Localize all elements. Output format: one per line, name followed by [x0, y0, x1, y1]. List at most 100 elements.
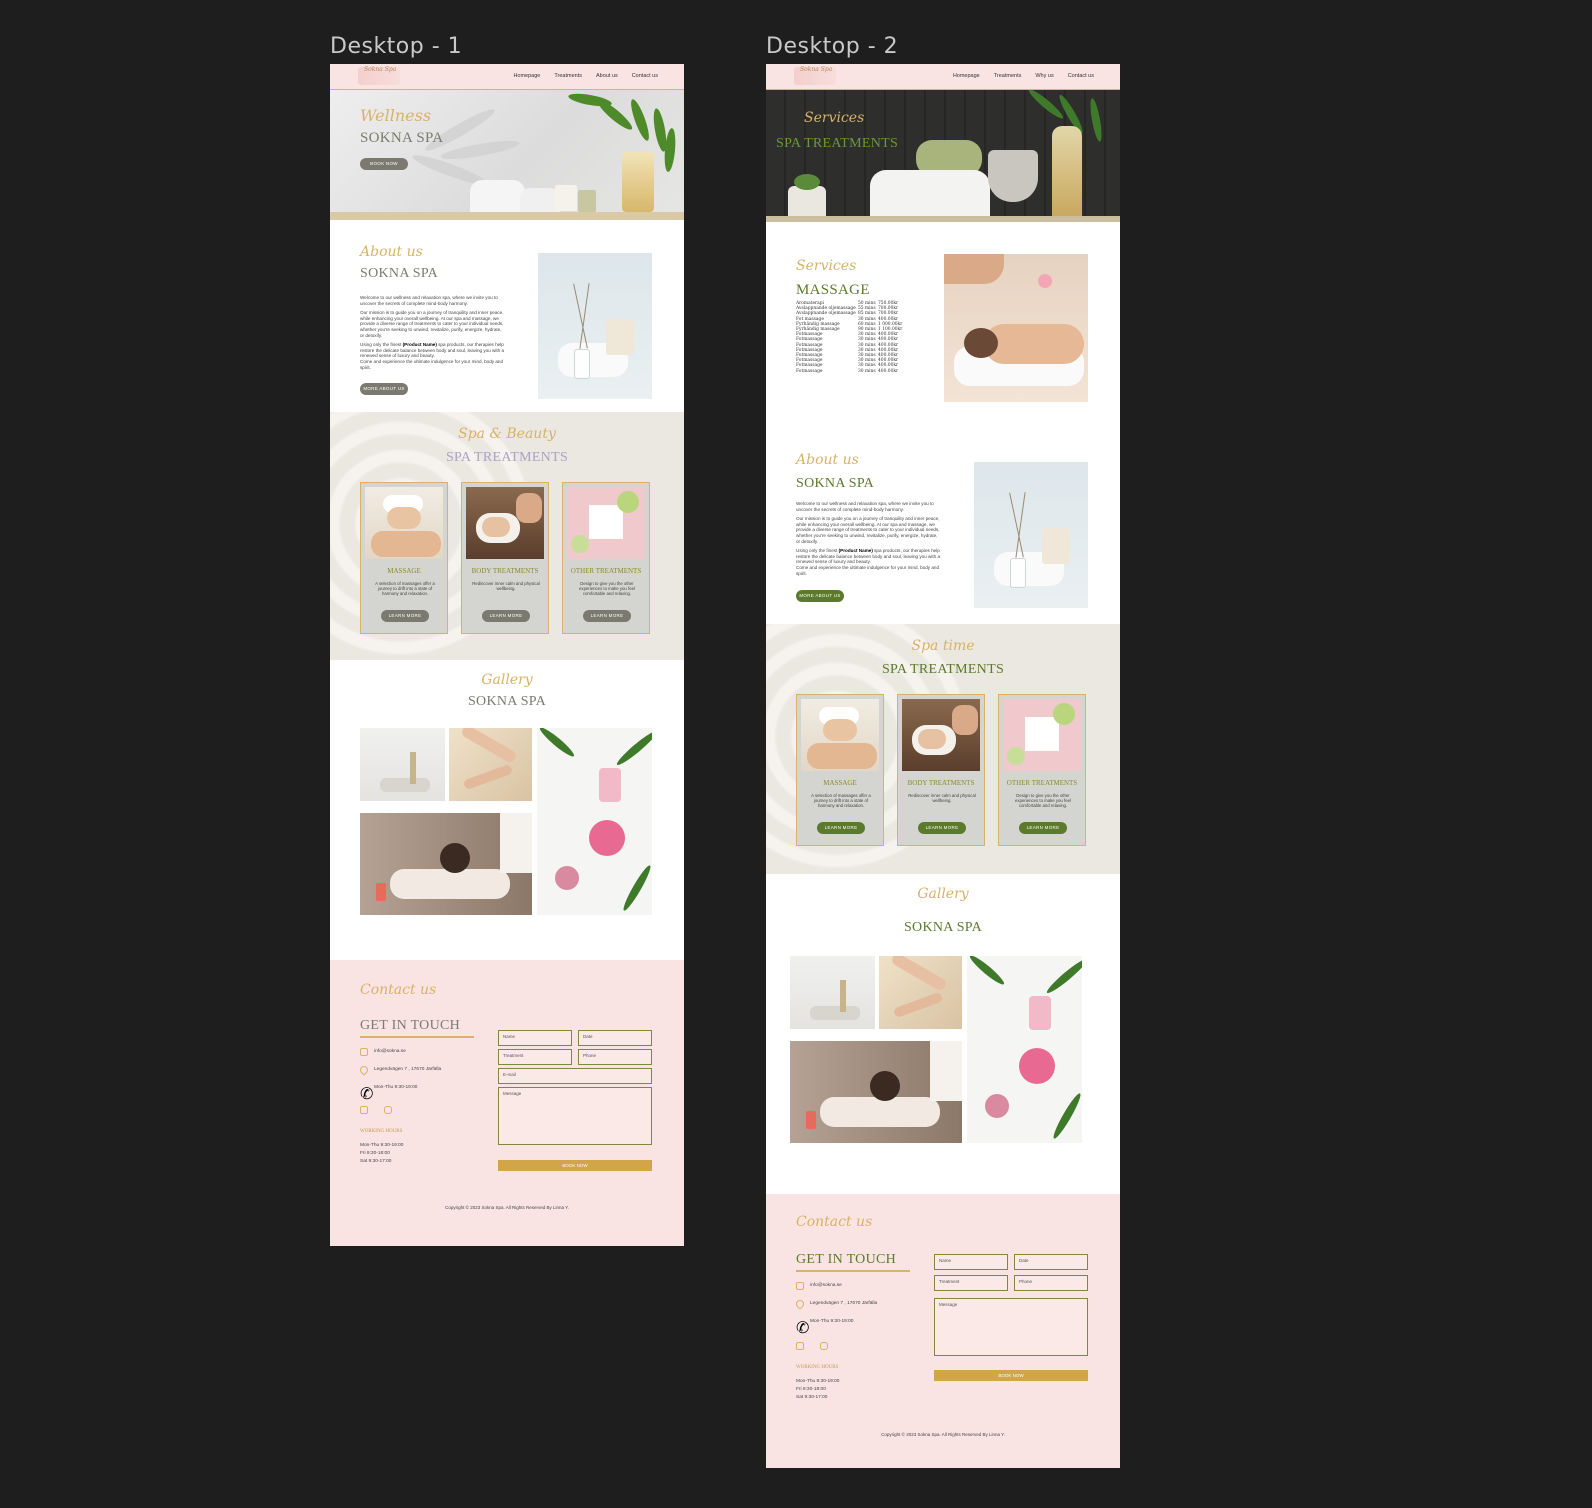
- instagram-icon-2[interactable]: [820, 1342, 828, 1350]
- gallery-photo-1[interactable]: [360, 728, 445, 801]
- gallery2-photo-1[interactable]: [790, 956, 875, 1029]
- contact-script: Contact us: [360, 982, 437, 998]
- hero-script-2: Services: [804, 110, 865, 126]
- hero-title: SOKNA SPA: [360, 130, 444, 146]
- about-title: SOKNA SPA: [360, 266, 439, 281]
- card-body-learn-more-button[interactable]: LEARN MORE: [482, 610, 530, 622]
- message-field[interactable]: Message: [498, 1087, 652, 1145]
- message-field-2[interactable]: Message: [934, 1298, 1088, 1356]
- location-pin-icon: [358, 1064, 370, 1076]
- nav-link-contact-2[interactable]: Contact us: [1068, 73, 1094, 79]
- gallery2-photo-4[interactable]: [790, 1041, 962, 1143]
- card-body-learn-more-button-2[interactable]: LEARN MORE: [918, 822, 966, 834]
- nav-link-homepage[interactable]: Homepage: [513, 73, 540, 79]
- card-massage-title-2: MASSAGE: [823, 779, 857, 787]
- facebook-icon[interactable]: [360, 1106, 368, 1114]
- date-field[interactable]: Date: [578, 1030, 652, 1046]
- about-script: About us: [360, 244, 423, 260]
- about-text-2: Welcome to our wellness and relaxation s…: [796, 501, 942, 576]
- hero-script: Wellness: [360, 106, 432, 125]
- gallery-photo-4[interactable]: [360, 813, 532, 915]
- about2-p3: Using only the finest (Product Name) spa…: [796, 548, 941, 565]
- card-other-title: OTHER TREATMENTS: [570, 567, 642, 575]
- footer-copyright-2: Copyright © 2023 Sokna Spa. All Rights R…: [881, 1432, 1005, 1437]
- gallery-photo-2[interactable]: [449, 728, 532, 801]
- contact-email[interactable]: info@sokna.se: [374, 1049, 406, 1054]
- services-section: Services MASSAGE Aromaterapi 50 mins 750.0…: [766, 222, 1120, 432]
- card-massage[interactable]: MASSAGE A selection of massages offer a …: [360, 482, 448, 634]
- frame-label-desktop-1[interactable]: Desktop - 1: [330, 34, 462, 59]
- working-hours-title-2: WORKING HOURS: [796, 1365, 839, 1370]
- contact-email-2[interactable]: info@sokna.se: [810, 1283, 842, 1288]
- card-massage-2[interactable]: MASSAGE A selection of massages offer a …: [796, 694, 884, 846]
- services-photo-massage: [944, 254, 1088, 402]
- nav-link-why-us-2[interactable]: Why us: [1035, 73, 1053, 79]
- frame-desktop-2[interactable]: Sokna Spa Homepage Treatments Why us Con…: [766, 64, 1120, 1468]
- candle-green-image: [578, 190, 596, 212]
- name-field-2[interactable]: Name: [934, 1254, 1008, 1270]
- card-other-image-2: [1003, 699, 1081, 771]
- card-other-treatments-2[interactable]: OTHER TREATMENTS Design to give you the …: [998, 694, 1086, 846]
- nav-link-treatments[interactable]: Treatments: [554, 73, 582, 79]
- email-field[interactable]: E-mail: [498, 1068, 652, 1084]
- gallery2-photo-2[interactable]: [879, 956, 962, 1029]
- gallery-section-2: Gallery SOKNA SPA: [766, 874, 1120, 1184]
- instagram-icon[interactable]: [384, 1106, 392, 1114]
- working-hours-title: WORKING HOURS: [360, 1129, 403, 1134]
- oil-lamp-image: [1052, 126, 1082, 222]
- card-body-image-2: [902, 699, 980, 771]
- contact-section: Contact us GET IN TOUCH info@sokna.se Le…: [330, 960, 684, 1246]
- more-about-us-button[interactable]: MORE ABOUT US: [360, 383, 408, 395]
- logo-text: Sokna Spa: [364, 66, 397, 73]
- facebook-icon-2[interactable]: [796, 1342, 804, 1350]
- treatments-title-2: SPA TREATMENTS: [881, 662, 1005, 677]
- card-massage-learn-more-button[interactable]: LEARN MORE: [381, 610, 429, 622]
- contact-book-now-button-2[interactable]: BOOK NOW: [934, 1370, 1088, 1381]
- card-massage-image: [365, 487, 443, 559]
- frame-label-desktop-2[interactable]: Desktop - 2: [766, 34, 898, 59]
- gallery-script: Gallery: [481, 672, 533, 688]
- logo-text-2: Sokna Spa: [800, 66, 833, 73]
- book-now-button[interactable]: BOOK NOW: [360, 158, 408, 170]
- gallery-photo-3[interactable]: [537, 728, 652, 915]
- card-body-desc-2: Rediscover inner calm and physical wellb…: [908, 793, 976, 803]
- working-hours: Mon-Thu 9:30-19:00 Fri 9:30-18:00 Sat 9:…: [360, 1143, 404, 1164]
- about2-p4: Come and experience the ultimate indulge…: [796, 564, 940, 576]
- phone-field-2[interactable]: Phone: [1014, 1275, 1088, 1291]
- card-body-title: BODY TREATMENTS: [471, 567, 539, 575]
- price-price: 400.00kr: [878, 368, 899, 374]
- frame-desktop-1[interactable]: Sokna Spa Homepage Treatments About us C…: [330, 64, 684, 1246]
- email-icon-2: [796, 1282, 804, 1290]
- date-field-2[interactable]: Date: [1014, 1254, 1088, 1270]
- card-body-title-2: BODY TREATMENTS: [907, 779, 975, 787]
- nav-link-contact[interactable]: Contact us: [632, 73, 658, 79]
- card-massage-learn-more-button-2[interactable]: LEARN MORE: [817, 822, 865, 834]
- card-body-treatments-2[interactable]: BODY TREATMENTS Rediscover inner calm an…: [897, 694, 985, 846]
- more-about-us-button-2[interactable]: MORE ABOUT US: [796, 590, 844, 602]
- treatment-field-2[interactable]: Treatment: [934, 1275, 1008, 1291]
- navbar-2: Sokna Spa Homepage Treatments Why us Con…: [766, 64, 1120, 90]
- gallery-title: SOKNA SPA: [467, 694, 547, 709]
- card-other-learn-more-button[interactable]: LEARN MORE: [583, 610, 631, 622]
- card-other-treatments[interactable]: OTHER TREATMENTS Design to give you the …: [562, 482, 650, 634]
- navbar: Sokna Spa Homepage Treatments About us C…: [330, 64, 684, 90]
- contact-book-now-button[interactable]: BOOK NOW: [498, 1160, 652, 1171]
- contact-title-underline: [360, 1036, 474, 1038]
- nav-link-treatments-2[interactable]: Treatments: [994, 73, 1022, 79]
- gallery2-photo-3[interactable]: [967, 956, 1082, 1143]
- nav-links: Homepage Treatments About us Contact us: [513, 73, 658, 79]
- nav-link-about[interactable]: About us: [596, 73, 618, 79]
- treatment-field[interactable]: Treatment: [498, 1049, 572, 1065]
- name-field[interactable]: Name: [498, 1030, 572, 1046]
- card-other-learn-more-button-2[interactable]: LEARN MORE: [1019, 822, 1067, 834]
- phone-field[interactable]: Phone: [578, 1049, 652, 1065]
- phone-icon: ✆: [360, 1086, 374, 1103]
- card-body-treatments[interactable]: BODY TREATMENTS Rediscover inner calm an…: [461, 482, 549, 634]
- nav-link-homepage-2[interactable]: Homepage: [953, 73, 980, 79]
- about-photo-diffuser: [538, 253, 652, 399]
- card-other-desc-2: Design to give you the other experiences…: [1015, 793, 1071, 808]
- footer-copyright: Copyright © 2023 Sokna Spa. All Rights R…: [445, 1205, 569, 1210]
- hero-section: Wellness SOKNA SPA BOOK NOW: [330, 90, 684, 220]
- card-massage-image-2: [801, 699, 879, 771]
- design-canvas: Desktop - 1 Sokna Spa Homepage Treatment…: [0, 0, 1592, 1508]
